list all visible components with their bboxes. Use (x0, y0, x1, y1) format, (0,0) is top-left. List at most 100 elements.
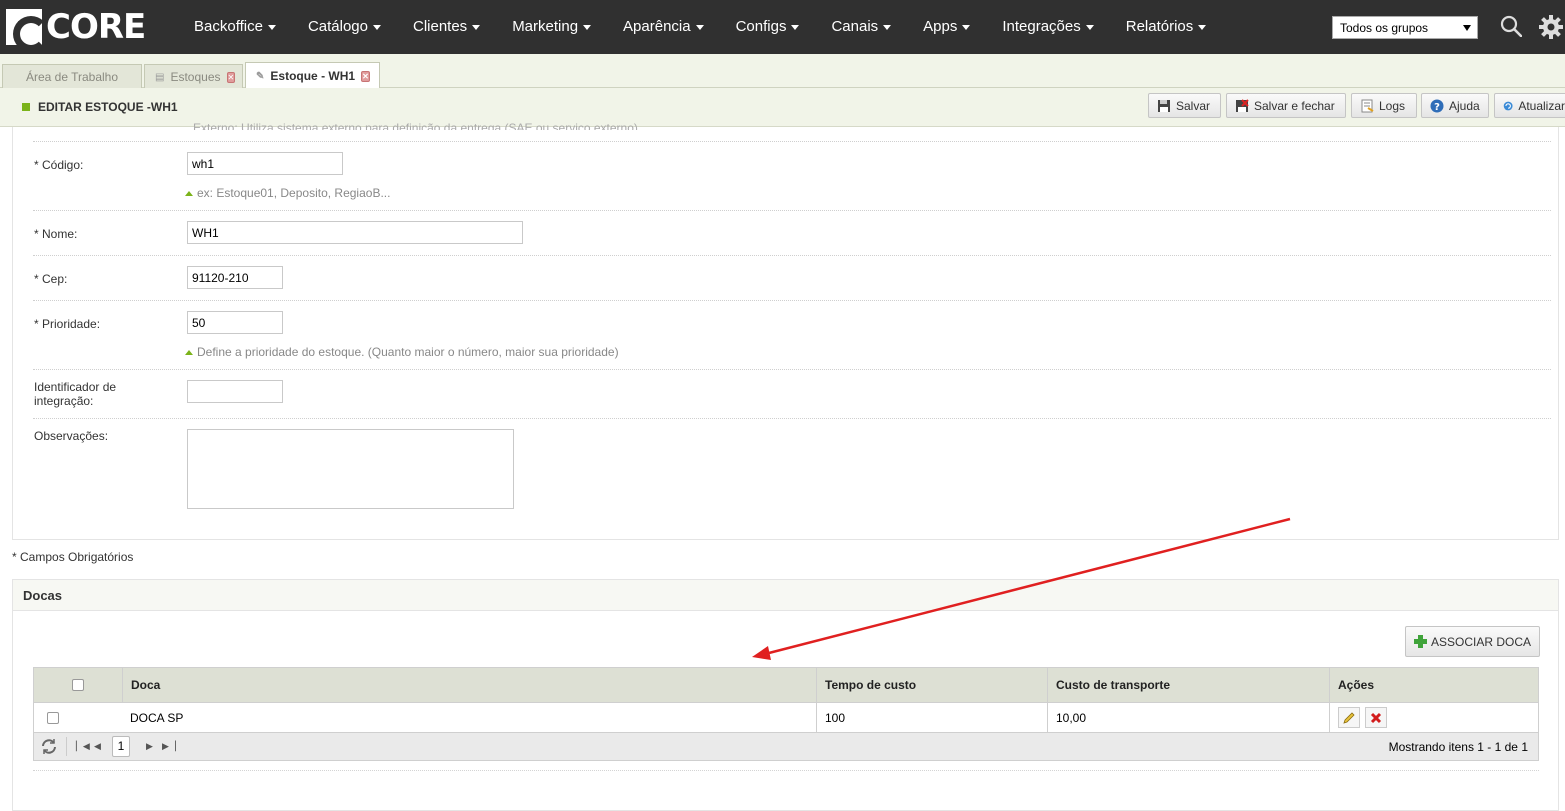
main-content: Externo: Utiliza sistema externo para de… (0, 121, 1565, 811)
tab-label: Estoque - WH1 (270, 69, 356, 83)
cep-input[interactable]: 91120-210 (187, 266, 283, 289)
prioridade-label: * Prioridade: (34, 317, 101, 331)
codigo-hint-text: ex: Estoque01, Deposito, RegiaoB... (197, 186, 391, 200)
menu-label: Configs (735, 18, 787, 35)
delete-button[interactable] (1365, 707, 1387, 728)
observacoes-label: Observações: (34, 429, 109, 443)
identificador-label-line2: integração: (34, 394, 94, 408)
col-doca[interactable]: Doca (122, 668, 816, 702)
next-page-icon[interactable]: ▶ (146, 741, 153, 752)
prioridade-hint-text: Define a prioridade do estoque. (Quanto … (197, 345, 619, 359)
docas-grid: Doca Tempo de custo Custo de transporte … (33, 667, 1539, 761)
caret-down-icon (1085, 24, 1094, 30)
save-close-button[interactable]: Salvar e fechar (1226, 93, 1346, 118)
group-select[interactable]: Todos os grupos (1332, 16, 1478, 39)
codigo-input[interactable]: wh1 (187, 152, 343, 175)
menu-marketing[interactable]: Marketing (496, 0, 607, 54)
help-icon: ? (1430, 99, 1444, 113)
tab-estoques[interactable]: ▤ Estoques ✕ (144, 64, 243, 89)
main-menu: Backoffice Catálogo Clientes Marketing A… (178, 0, 1222, 54)
search-icon[interactable] (1500, 15, 1522, 37)
pager-divider (66, 737, 67, 756)
observacoes-textarea[interactable] (187, 429, 514, 509)
row-checkbox[interactable] (47, 711, 59, 724)
select-all-checkbox[interactable] (72, 679, 84, 691)
top-navbar: CORE Backoffice Catálogo Clientes Market… (0, 0, 1565, 54)
current-page[interactable]: 1 (112, 736, 130, 757)
page-title-text: EDITAR ESTOQUE -WH1 (38, 100, 178, 114)
col-custo-transporte[interactable]: Custo de transporte (1047, 668, 1329, 702)
last-page-icon[interactable]: ▶▕ (162, 741, 176, 752)
logo-text: CORE (46, 7, 146, 47)
form-panel: Externo: Utiliza sistema externo para de… (12, 121, 1559, 540)
menu-integracoes[interactable]: Integrações (986, 0, 1109, 54)
logs-button[interactable]: Logs (1351, 93, 1417, 118)
group-select-value: Todos os grupos (1340, 21, 1429, 35)
table-row: DOCA SP 100 10,00 (34, 703, 1538, 733)
gear-icon[interactable] (1538, 14, 1564, 40)
cell-doca: DOCA SP (130, 710, 184, 725)
prev-page-icon[interactable]: ◀ (94, 741, 101, 752)
associate-doca-label: ASSOCIAR DOCA (1430, 634, 1532, 649)
logo-mark (6, 9, 49, 52)
col-tempo-custo[interactable]: Tempo de custo (816, 668, 1047, 702)
grid-header: Doca Tempo de custo Custo de transporte … (34, 668, 1538, 703)
refresh-label: Atualizar (1518, 98, 1565, 113)
menu-configs[interactable]: Configs (720, 0, 816, 54)
save-close-icon (1236, 98, 1249, 112)
prioridade-input[interactable]: 50 (187, 311, 283, 334)
help-button[interactable]: ? Ajuda (1421, 93, 1489, 118)
cell-custo: 10,00 (1047, 703, 1329, 732)
menu-label: Relatórios (1125, 18, 1194, 35)
divider (33, 770, 1539, 771)
help-label: Ajuda (1449, 98, 1480, 113)
menu-apps[interactable]: Apps (907, 0, 986, 54)
logo[interactable]: CORE (6, 7, 146, 52)
tab-estoque-wh1[interactable]: ✎ Estoque - WH1 ✕ (245, 62, 380, 89)
col-acoes: Ações (1329, 668, 1538, 702)
menu-label: Aparência (623, 18, 691, 35)
menu-label: Canais (831, 18, 879, 35)
delete-x-icon (1370, 712, 1382, 723)
prioridade-hint: Define a prioridade do estoque. (Quanto … (185, 345, 619, 359)
divider (33, 141, 1551, 142)
tab-area-de-trabalho[interactable]: Área de Trabalho (2, 64, 142, 89)
required-fields-note: * Campos Obrigatórios (12, 550, 134, 564)
menu-label: Catálogo (307, 18, 368, 35)
close-icon[interactable]: ✕ (226, 71, 236, 83)
menu-relatorios[interactable]: Relatórios (1110, 0, 1223, 54)
refresh-icon (1503, 101, 1513, 110)
nome-label: * Nome: (34, 227, 78, 241)
menu-clientes[interactable]: Clientes (397, 0, 496, 54)
associate-doca-button[interactable]: ASSOCIAR DOCA (1405, 626, 1540, 657)
identificador-label: Identificador de integração: (34, 380, 116, 408)
pager-info: Mostrando itens 1 - 1 de 1 (1388, 740, 1528, 754)
save-close-label: Salvar e fechar (1254, 98, 1335, 113)
close-icon[interactable]: ✕ (361, 70, 370, 82)
menu-label: Apps (923, 18, 958, 35)
pencil-icon (1343, 711, 1355, 724)
divider (33, 300, 1551, 301)
nome-input[interactable]: WH1 (187, 221, 523, 244)
caret-down-icon (472, 24, 481, 30)
edit-button[interactable] (1338, 707, 1360, 728)
caret-down-icon (883, 24, 892, 30)
cell-acoes (1329, 703, 1538, 732)
clipped-hint: Externo: Utiliza sistema externo para de… (193, 121, 638, 130)
menu-catalogo[interactable]: Catálogo (292, 0, 397, 54)
grid-pager: ▏◀ ◀ 1 ▶ ▶▕ Mostrando itens 1 - 1 de 1 (34, 733, 1538, 760)
save-button[interactable]: Salvar (1148, 93, 1221, 118)
first-page-icon[interactable]: ▏◀ (76, 741, 90, 752)
refresh-grid-icon[interactable] (40, 738, 58, 755)
identificador-input[interactable] (187, 380, 283, 403)
caret-down-icon (791, 24, 800, 30)
menu-label: Backoffice (194, 18, 263, 35)
menu-backoffice[interactable]: Backoffice (178, 0, 292, 54)
menu-canais[interactable]: Canais (815, 0, 907, 54)
refresh-button[interactable]: Atualizar (1494, 93, 1565, 118)
codigo-hint: ex: Estoque01, Deposito, RegiaoB... (185, 186, 390, 200)
identificador-label-line1: Identificador de (34, 380, 117, 394)
menu-aparencia[interactable]: Aparência (607, 0, 720, 54)
cep-label: * Cep: (34, 272, 68, 286)
tab-bar: Área de Trabalho ▤ Estoques ✕ ✎ Estoque … (0, 54, 1565, 89)
